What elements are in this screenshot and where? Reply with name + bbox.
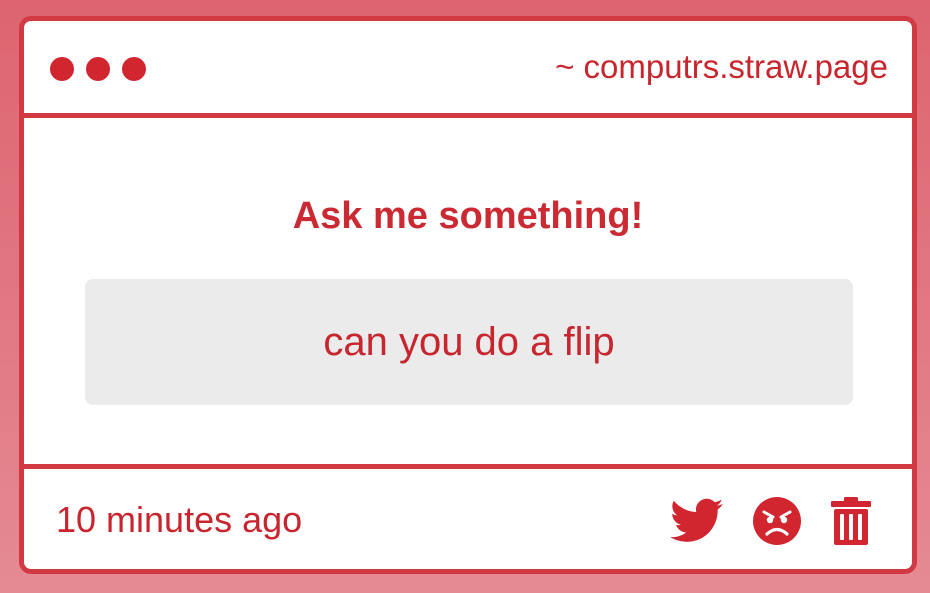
delete-button[interactable] bbox=[830, 496, 872, 546]
twitter-bird-icon bbox=[670, 498, 724, 542]
tweet-button[interactable] bbox=[670, 498, 724, 544]
window-titlebar: ~ computrs.straw.page bbox=[24, 21, 912, 118]
window-dots bbox=[50, 57, 146, 81]
question-card: ~ computrs.straw.page Ask me something! … bbox=[19, 16, 917, 574]
angry-face-icon bbox=[753, 497, 801, 545]
timestamp: 10 minutes ago bbox=[56, 499, 303, 540]
question-text: can you do a flip bbox=[323, 320, 615, 364]
window-dot-3 bbox=[122, 57, 146, 81]
question-box: can you do a flip bbox=[85, 279, 853, 405]
page-url: ~ computrs.straw.page bbox=[555, 48, 888, 85]
card-footer: 10 minutes ago bbox=[24, 464, 912, 569]
window-dot-2 bbox=[86, 57, 110, 81]
prompt-title: Ask me something! bbox=[292, 195, 644, 237]
report-button[interactable] bbox=[752, 496, 802, 546]
window-dot-1 bbox=[50, 57, 74, 81]
action-bar bbox=[670, 496, 872, 546]
trash-can-icon bbox=[831, 497, 871, 545]
card-content: Ask me something! can you do a flip bbox=[24, 118, 912, 464]
